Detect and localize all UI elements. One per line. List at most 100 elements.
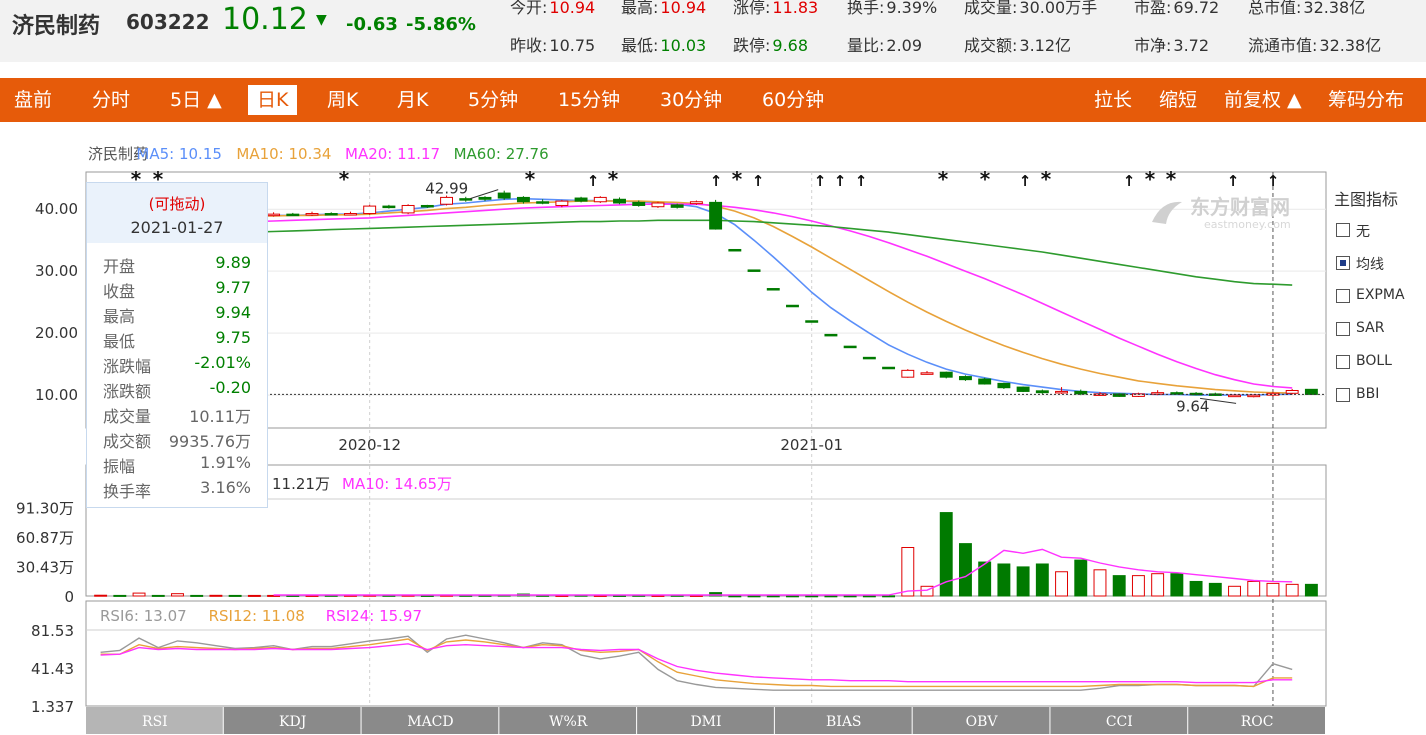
volume-bar[interactable] — [190, 594, 204, 597]
volume-bar[interactable] — [209, 594, 223, 597]
tab-tool-4[interactable]: 筹码分布 — [1328, 78, 1404, 122]
volume-bar[interactable] — [1035, 563, 1049, 597]
volume-bar[interactable] — [132, 592, 146, 597]
candle-body[interactable] — [478, 196, 492, 200]
volume-bar[interactable] — [113, 594, 127, 597]
volume-bar[interactable] — [882, 595, 896, 598]
volume-bar[interactable] — [958, 543, 972, 597]
volume-bar[interactable] — [1093, 569, 1107, 597]
candle-body[interactable] — [1266, 392, 1280, 396]
candle-body[interactable] — [1247, 394, 1261, 398]
candle-body[interactable] — [670, 204, 684, 208]
candle-body[interactable] — [901, 369, 915, 378]
indicator-option-6[interactable]: BBI — [1334, 383, 1426, 416]
volume-bar[interactable] — [1151, 573, 1165, 597]
candle-body[interactable] — [689, 201, 703, 205]
tab-period-10[interactable]: 60分钟 — [762, 78, 824, 122]
candle-body[interactable] — [882, 366, 896, 370]
volume-bar[interactable] — [1208, 582, 1222, 597]
candle-body[interactable] — [632, 201, 646, 206]
volume-bar[interactable] — [1285, 583, 1299, 597]
candle-body[interactable] — [824, 333, 838, 337]
volume-bar[interactable] — [1112, 575, 1126, 597]
candle-body[interactable] — [805, 320, 819, 323]
volume-bar[interactable] — [94, 594, 108, 597]
volume-bar[interactable] — [151, 594, 165, 597]
candle-body[interactable] — [555, 200, 569, 206]
candle-body[interactable] — [420, 204, 434, 208]
volume-bar[interactable] — [171, 593, 184, 597]
tab-tool-1[interactable]: 拉长 — [1094, 78, 1132, 122]
candle-body[interactable] — [574, 197, 588, 202]
candle-body[interactable] — [440, 196, 454, 205]
checkbox-icon[interactable] — [1336, 388, 1350, 402]
candle-body[interactable] — [1285, 389, 1299, 394]
tab-period-2[interactable]: 分时 — [92, 78, 130, 122]
volume-bar[interactable] — [1266, 582, 1280, 597]
volume-bar[interactable] — [862, 595, 876, 598]
candle-body[interactable] — [939, 371, 953, 378]
tab-period-9[interactable]: 30分钟 — [660, 78, 722, 122]
candle-body[interactable] — [363, 205, 377, 215]
candle-body[interactable] — [324, 213, 338, 216]
candle-body[interactable] — [920, 372, 934, 375]
candle-body[interactable] — [843, 345, 857, 349]
candle-body[interactable] — [1035, 390, 1049, 394]
indicator-option-5[interactable]: BOLL — [1334, 350, 1426, 383]
checkbox-icon[interactable] — [1336, 355, 1350, 369]
checkbox-icon[interactable] — [1336, 289, 1350, 303]
volume-bar[interactable] — [247, 594, 261, 597]
volume-bar[interactable] — [786, 595, 799, 598]
candle-body[interactable] — [305, 213, 319, 216]
tab-period-1[interactable]: 盘前 — [14, 78, 52, 122]
checkbox-icon[interactable] — [1336, 223, 1350, 237]
volume-bar[interactable] — [843, 595, 857, 598]
tab-period-7[interactable]: 5分钟 — [468, 78, 518, 122]
candle-body[interactable] — [978, 378, 992, 385]
candle-body[interactable] — [786, 304, 799, 308]
candle-body[interactable] — [343, 213, 357, 216]
candle-body[interactable] — [1074, 390, 1088, 395]
candle-body[interactable] — [267, 213, 281, 217]
volume-bar[interactable] — [1228, 585, 1241, 597]
candle-body[interactable] — [747, 269, 761, 272]
checkbox-icon[interactable] — [1336, 322, 1350, 336]
indicator-option-4[interactable]: SAR — [1334, 317, 1426, 350]
volume-bar[interactable] — [1247, 580, 1261, 597]
candle-body[interactable] — [401, 204, 415, 214]
tab-period-5[interactable]: 周K — [327, 78, 358, 122]
tab-period-4[interactable]: 日K — [248, 85, 298, 115]
volume-bar[interactable] — [228, 594, 242, 597]
volume-bar[interactable] — [1170, 573, 1184, 597]
indicator-option-3[interactable]: EXPMA — [1334, 284, 1426, 317]
tab-period-8[interactable]: 15分钟 — [558, 78, 620, 122]
candle-body[interactable] — [593, 196, 607, 203]
indicator-option-2[interactable]: 均线 — [1334, 251, 1426, 284]
candle-body[interactable] — [459, 198, 473, 201]
candle-body[interactable] — [382, 205, 396, 209]
candle-body[interactable] — [286, 213, 300, 217]
volume-bar[interactable] — [747, 595, 761, 598]
candle-body[interactable] — [1151, 392, 1165, 395]
volume-bar[interactable] — [728, 595, 742, 598]
candle-body[interactable] — [728, 248, 742, 252]
volume-bar[interactable] — [1189, 580, 1203, 597]
candle-body[interactable] — [1304, 388, 1318, 395]
checkbox-icon[interactable] — [1336, 256, 1350, 270]
indicator-option-1[interactable]: 无 — [1334, 218, 1426, 251]
candle-body[interactable] — [651, 202, 665, 208]
candle-body[interactable] — [1170, 392, 1184, 395]
candle-tooltip[interactable]: (可拖动) 2021-01-27 开盘 9.89 收盘 9.77 最高 9.94 最低 9.7… — [86, 182, 268, 508]
volume-bar[interactable] — [824, 595, 838, 598]
tab-tool-2[interactable]: 缩短 — [1159, 78, 1197, 122]
candle-body[interactable] — [1228, 394, 1241, 398]
candle-body[interactable] — [766, 288, 780, 291]
volume-bar[interactable] — [1016, 566, 1030, 597]
volume-bar[interactable] — [1304, 583, 1318, 597]
volume-bar[interactable] — [1131, 575, 1145, 597]
candle-body[interactable] — [516, 196, 530, 203]
volume-bar[interactable] — [1055, 571, 1069, 597]
tab-tool-3[interactable]: 前复权 ▲ — [1224, 78, 1302, 122]
candle-body[interactable] — [997, 382, 1011, 389]
candle-body[interactable] — [497, 192, 511, 199]
